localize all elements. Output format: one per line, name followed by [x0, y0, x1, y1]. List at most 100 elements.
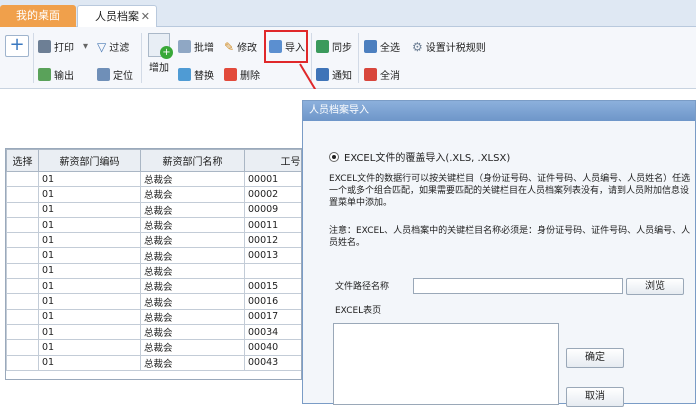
- table-row[interactable]: 01 总裁会 00012: [6, 232, 301, 249]
- filter-button[interactable]: ▽ 过滤: [97, 39, 130, 55]
- table-row[interactable]: 01 总裁会 00040: [6, 339, 301, 356]
- table-row[interactable]: 01 总裁会 00013: [6, 247, 301, 264]
- cell-dept-name: 总裁会: [140, 293, 245, 310]
- cell-dept-code: 01: [38, 293, 141, 310]
- cell-select[interactable]: [6, 201, 39, 218]
- column-header-select[interactable]: 选择: [6, 149, 39, 172]
- cell-employee-id: 00016: [244, 293, 301, 310]
- cell-dept-code: 01: [38, 216, 141, 234]
- cell-dept-code: 01: [38, 262, 141, 280]
- add-button[interactable]: +: [5, 35, 29, 57]
- filter-label: 过滤: [109, 43, 130, 54]
- edit-label: 修改: [237, 43, 258, 54]
- delete-label: 删除: [240, 71, 260, 82]
- cell-dept-code: 01: [38, 186, 141, 203]
- replace-button[interactable]: 替换: [178, 67, 214, 82]
- cell-select[interactable]: [6, 262, 39, 280]
- ok-button[interactable]: 确定: [566, 348, 624, 368]
- printer-icon: [38, 40, 51, 53]
- cell-dept-name: 总裁会: [140, 216, 245, 234]
- table-row[interactable]: 01 总裁会 00009: [6, 201, 301, 218]
- column-header-employee-id[interactable]: 工号: [244, 149, 301, 172]
- cell-select[interactable]: [6, 186, 39, 203]
- deselect-all-button[interactable]: 全消: [364, 67, 400, 82]
- replace-icon: [178, 68, 191, 81]
- excel-sheet-list[interactable]: [333, 323, 559, 405]
- import-note: 注意：EXCEL、人员档案中的关键栏目名称必须是：身份证号码、证件号码、人员编号…: [329, 226, 691, 248]
- cell-select[interactable]: [6, 354, 39, 371]
- print-button[interactable]: 打印 ▾: [38, 39, 88, 54]
- pencil-icon: ✎: [224, 39, 235, 54]
- delete-button[interactable]: 删除: [224, 67, 260, 82]
- cell-select[interactable]: [6, 247, 39, 264]
- cell-select[interactable]: [6, 339, 39, 356]
- cell-employee-id: 00012: [244, 232, 301, 249]
- cell-employee-id: 00001: [244, 170, 301, 188]
- tax-rules-button[interactable]: ⚙ 设置计税规则: [412, 39, 486, 55]
- toolbar-divider: [33, 33, 34, 83]
- cell-employee-id: 00017: [244, 308, 301, 325]
- import-description: EXCEL文件的数据行可以按关键栏目（身份证号码、证件号码、人员编号、人员姓名）…: [329, 174, 691, 208]
- cell-dept-name: 总裁会: [140, 201, 245, 218]
- column-header-dept-code[interactable]: 薪资部门编码: [38, 149, 141, 172]
- cell-select[interactable]: [6, 308, 39, 325]
- chevron-down-icon[interactable]: ▾: [83, 41, 88, 52]
- table-body: 01 总裁会 00001 01 总裁会 00002 01 总裁会 00009 01 总裁会 00011…: [6, 170, 301, 371]
- locate-button[interactable]: 定位: [97, 67, 133, 82]
- browse-button[interactable]: 浏览: [626, 278, 684, 295]
- cancel-button[interactable]: 取消: [566, 387, 624, 407]
- file-path-input[interactable]: [413, 278, 623, 294]
- cell-dept-name: 总裁会: [140, 232, 245, 249]
- import-dialog: 人员档案导入 EXCEL文件的覆盖导入(.XLS, .XLSX) EXCEL文件…: [302, 100, 696, 407]
- deselect-all-label: 全消: [380, 71, 400, 82]
- table-row[interactable]: 01 总裁会 00015: [6, 278, 301, 295]
- cell-employee-id: 00040: [244, 339, 301, 356]
- cell-employee-id: 00009: [244, 201, 301, 218]
- table-row[interactable]: 01 总裁会 00002: [6, 186, 301, 203]
- batch-add-button[interactable]: 批增: [178, 39, 214, 54]
- excel-import-option[interactable]: EXCEL文件的覆盖导入(.XLS, .XLSX): [329, 149, 510, 164]
- table-row[interactable]: 01 总裁会: [6, 262, 301, 280]
- cell-dept-name: 总裁会: [140, 186, 245, 203]
- export-button[interactable]: 输出: [38, 67, 74, 82]
- delete-icon: [224, 68, 237, 81]
- cell-select[interactable]: [6, 216, 39, 234]
- table-row[interactable]: 01 总裁会 00034: [6, 323, 301, 341]
- tax-rules-label: 设置计税规则: [425, 43, 486, 54]
- sync-button[interactable]: 同步: [316, 39, 352, 54]
- cell-select[interactable]: [6, 323, 39, 341]
- radio-button[interactable]: [329, 151, 339, 162]
- cell-dept-code: 01: [38, 232, 141, 249]
- table-row[interactable]: 01 总裁会 00043: [6, 354, 301, 371]
- export-icon: [38, 68, 51, 81]
- cell-employee-id: 00015: [244, 278, 301, 295]
- tab-staff-label: 人员档案: [95, 10, 139, 23]
- cell-dept-name: 总裁会: [140, 170, 245, 188]
- dialog-title[interactable]: 人员档案导入: [303, 101, 695, 121]
- tab-staff-archive[interactable]: 人员档案 ✕: [77, 5, 157, 27]
- select-all-label: 全选: [380, 43, 400, 54]
- close-icon[interactable]: ✕: [141, 6, 150, 28]
- sync-icon: [316, 40, 329, 53]
- cell-select[interactable]: [6, 293, 39, 310]
- sync-label: 同步: [332, 43, 352, 54]
- select-all-button[interactable]: 全选: [364, 39, 400, 54]
- column-header-dept-name[interactable]: 薪资部门名称: [140, 149, 245, 172]
- excel-sheet-label: EXCEL表页: [335, 306, 382, 316]
- cell-dept-name: 总裁会: [140, 308, 245, 325]
- table-row[interactable]: 01 总裁会 00017: [6, 308, 301, 325]
- cell-dept-name: 总裁会: [140, 354, 245, 371]
- table-row[interactable]: 01 总裁会 00001: [6, 170, 301, 188]
- cell-select[interactable]: [6, 170, 39, 188]
- cell-select[interactable]: [6, 232, 39, 249]
- file-path-label: 文件路径名称: [335, 282, 390, 292]
- table-row[interactable]: 01 总裁会 00011: [6, 216, 301, 234]
- table-row[interactable]: 01 总裁会 00016: [6, 293, 301, 310]
- tab-my-desktop[interactable]: 我的桌面: [0, 5, 76, 27]
- cell-employee-id: 00043: [244, 354, 301, 371]
- cell-select[interactable]: [6, 278, 39, 295]
- cell-dept-code: 01: [38, 278, 141, 295]
- new-button[interactable]: + 增加: [148, 33, 173, 74]
- toolbar-divider: [141, 33, 142, 83]
- edit-button[interactable]: ✎ 修改: [224, 39, 258, 55]
